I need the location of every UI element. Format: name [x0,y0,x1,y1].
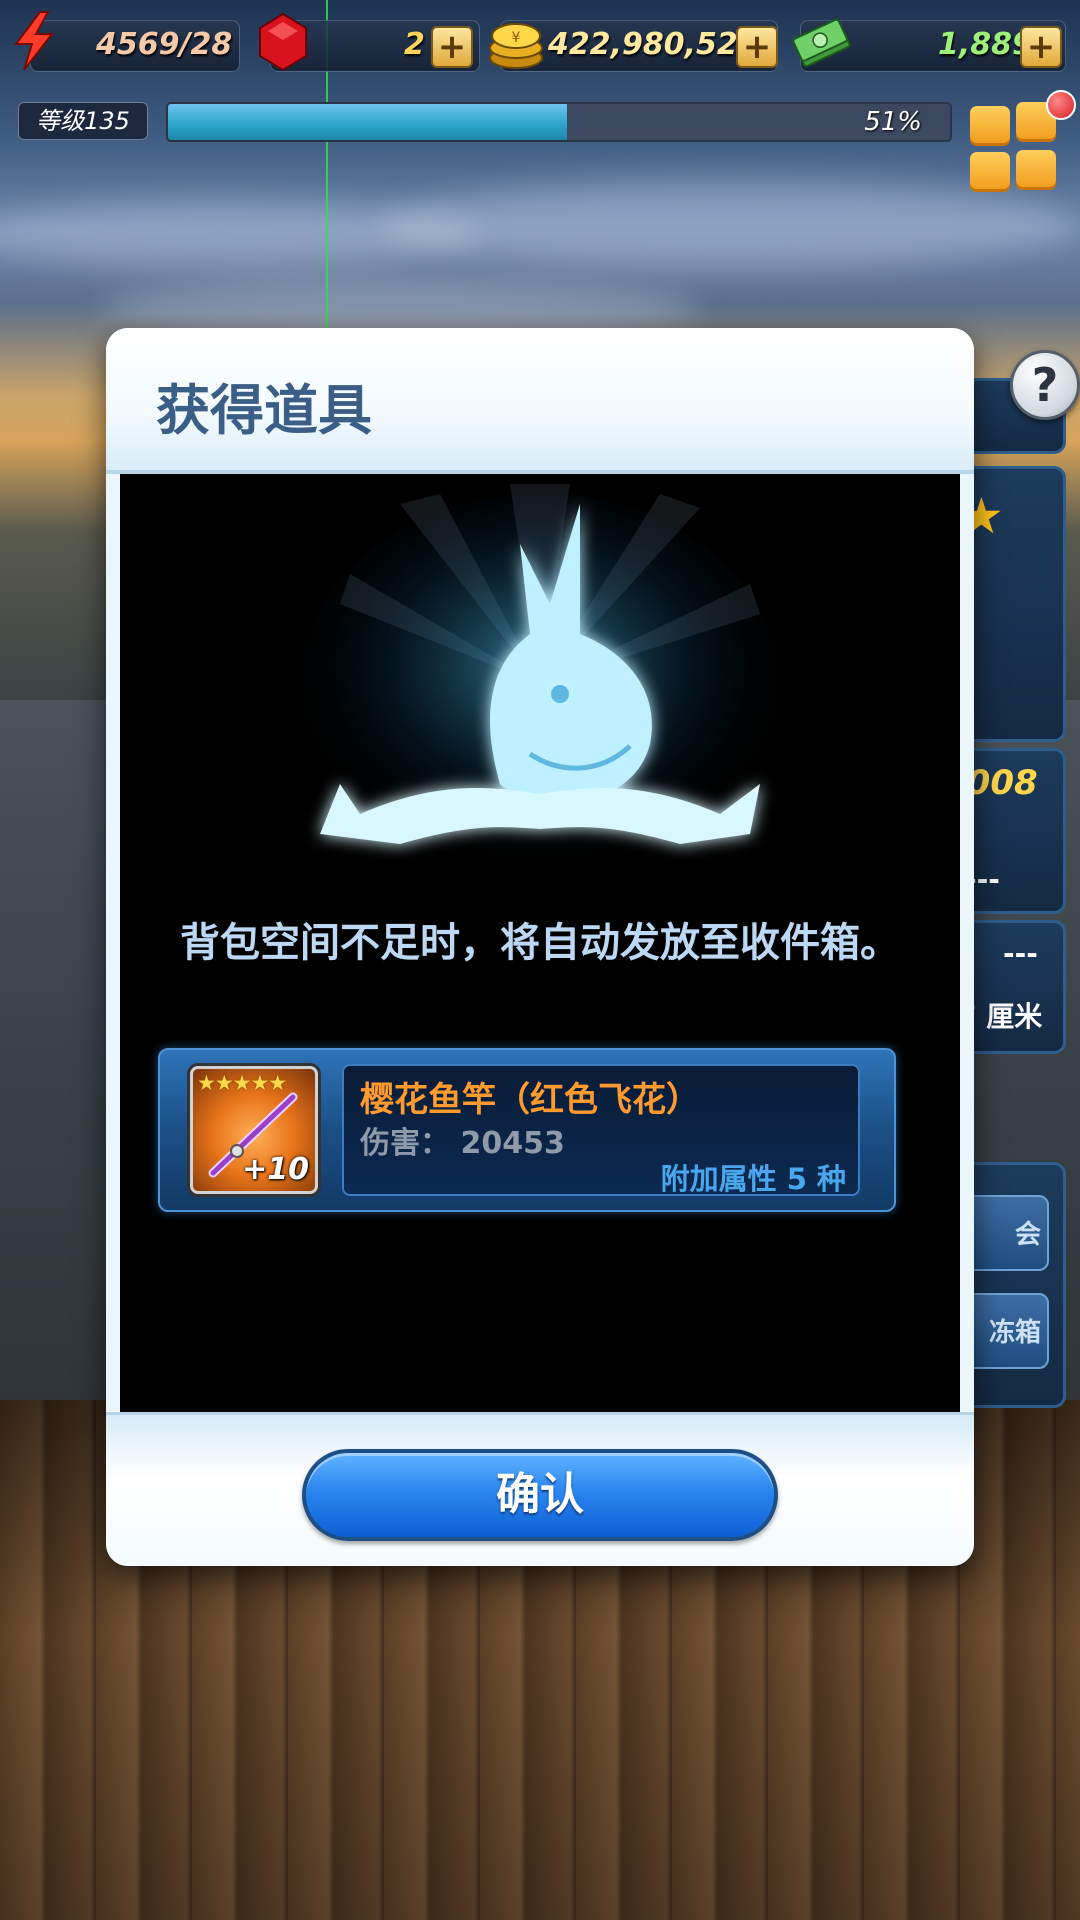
energy-value: 4569/28 [96,27,233,62]
menu-tile [970,152,1010,192]
item-name: 樱花鱼竿（红色飞花） [360,1080,700,1120]
help-button[interactable]: ? [1010,350,1080,420]
inventory-notice: 背包空间不足时，将自动发放至收件箱。 [180,920,900,966]
plus-icon: + [1026,27,1056,67]
glowing-fish-emblem-icon [300,484,780,874]
menu-tile [970,106,1010,146]
dialog-body: 背包空间不足时，将自动发放至收件箱。 ★★★★★ +10 樱花鱼竿（红色飞花） … [120,474,960,1412]
item-info-panel: 樱花鱼竿（红色飞花） 伤害： 20453 附加属性 5 种 [342,1064,860,1196]
add-cash-button[interactable]: + [1020,26,1062,68]
fishing-rod-item-icon: ★★★★★ +10 [190,1066,318,1194]
plus-icon: + [742,27,772,67]
gem-value: 2 [404,27,425,62]
enhance-level: +10 [242,1152,309,1187]
notification-dot [1046,90,1076,120]
menu-button[interactable] [968,100,1060,192]
xp-percent-label: 51% [864,107,922,137]
dialog-title: 获得道具 [156,379,372,442]
menu-tile [1016,150,1056,190]
cash-icon [792,18,851,68]
level-label: 等级135 [18,102,148,140]
item-obtained-dialog: 获得道具 背包空间不足时，将自动发放至收件箱。 ★★★★★ +10 樱花鱼竿（红… [106,328,974,1566]
rarity-stars: ★★★★★ [197,1071,287,1095]
damage-value: 20453 [460,1126,565,1161]
dialog-header: 获得道具 [106,328,974,474]
lightning-icon [14,11,55,71]
gold-coins-icon: ¥ [489,23,543,69]
xp-progress-bar: 51% [166,102,952,142]
reward-item-card[interactable]: ★★★★★ +10 樱花鱼竿（红色飞花） 伤害： 20453 附加属性 5 种 [158,1048,896,1212]
plus-icon: + [437,27,467,67]
item-attributes: 附加属性 5 种 [660,1162,846,1196]
dialog-footer: 确认 [106,1412,974,1566]
svg-text:¥: ¥ [512,30,521,46]
xp-progress-fill [168,104,567,140]
side-dashes-2: --- [1003,937,1038,970]
cloud [380,180,1080,270]
damage-label: 伤害： [360,1126,450,1161]
item-damage: 伤害： 20453 [360,1118,565,1162]
cash-value: 1,889 [938,27,1033,62]
ruby-icon [259,12,307,72]
question-icon: ? [1031,358,1059,412]
coin-value: 422,980,527 [548,27,759,62]
add-gems-button[interactable]: + [431,26,473,68]
confirm-button[interactable]: 确认 [302,1449,778,1541]
add-coins-button[interactable]: + [736,26,778,68]
